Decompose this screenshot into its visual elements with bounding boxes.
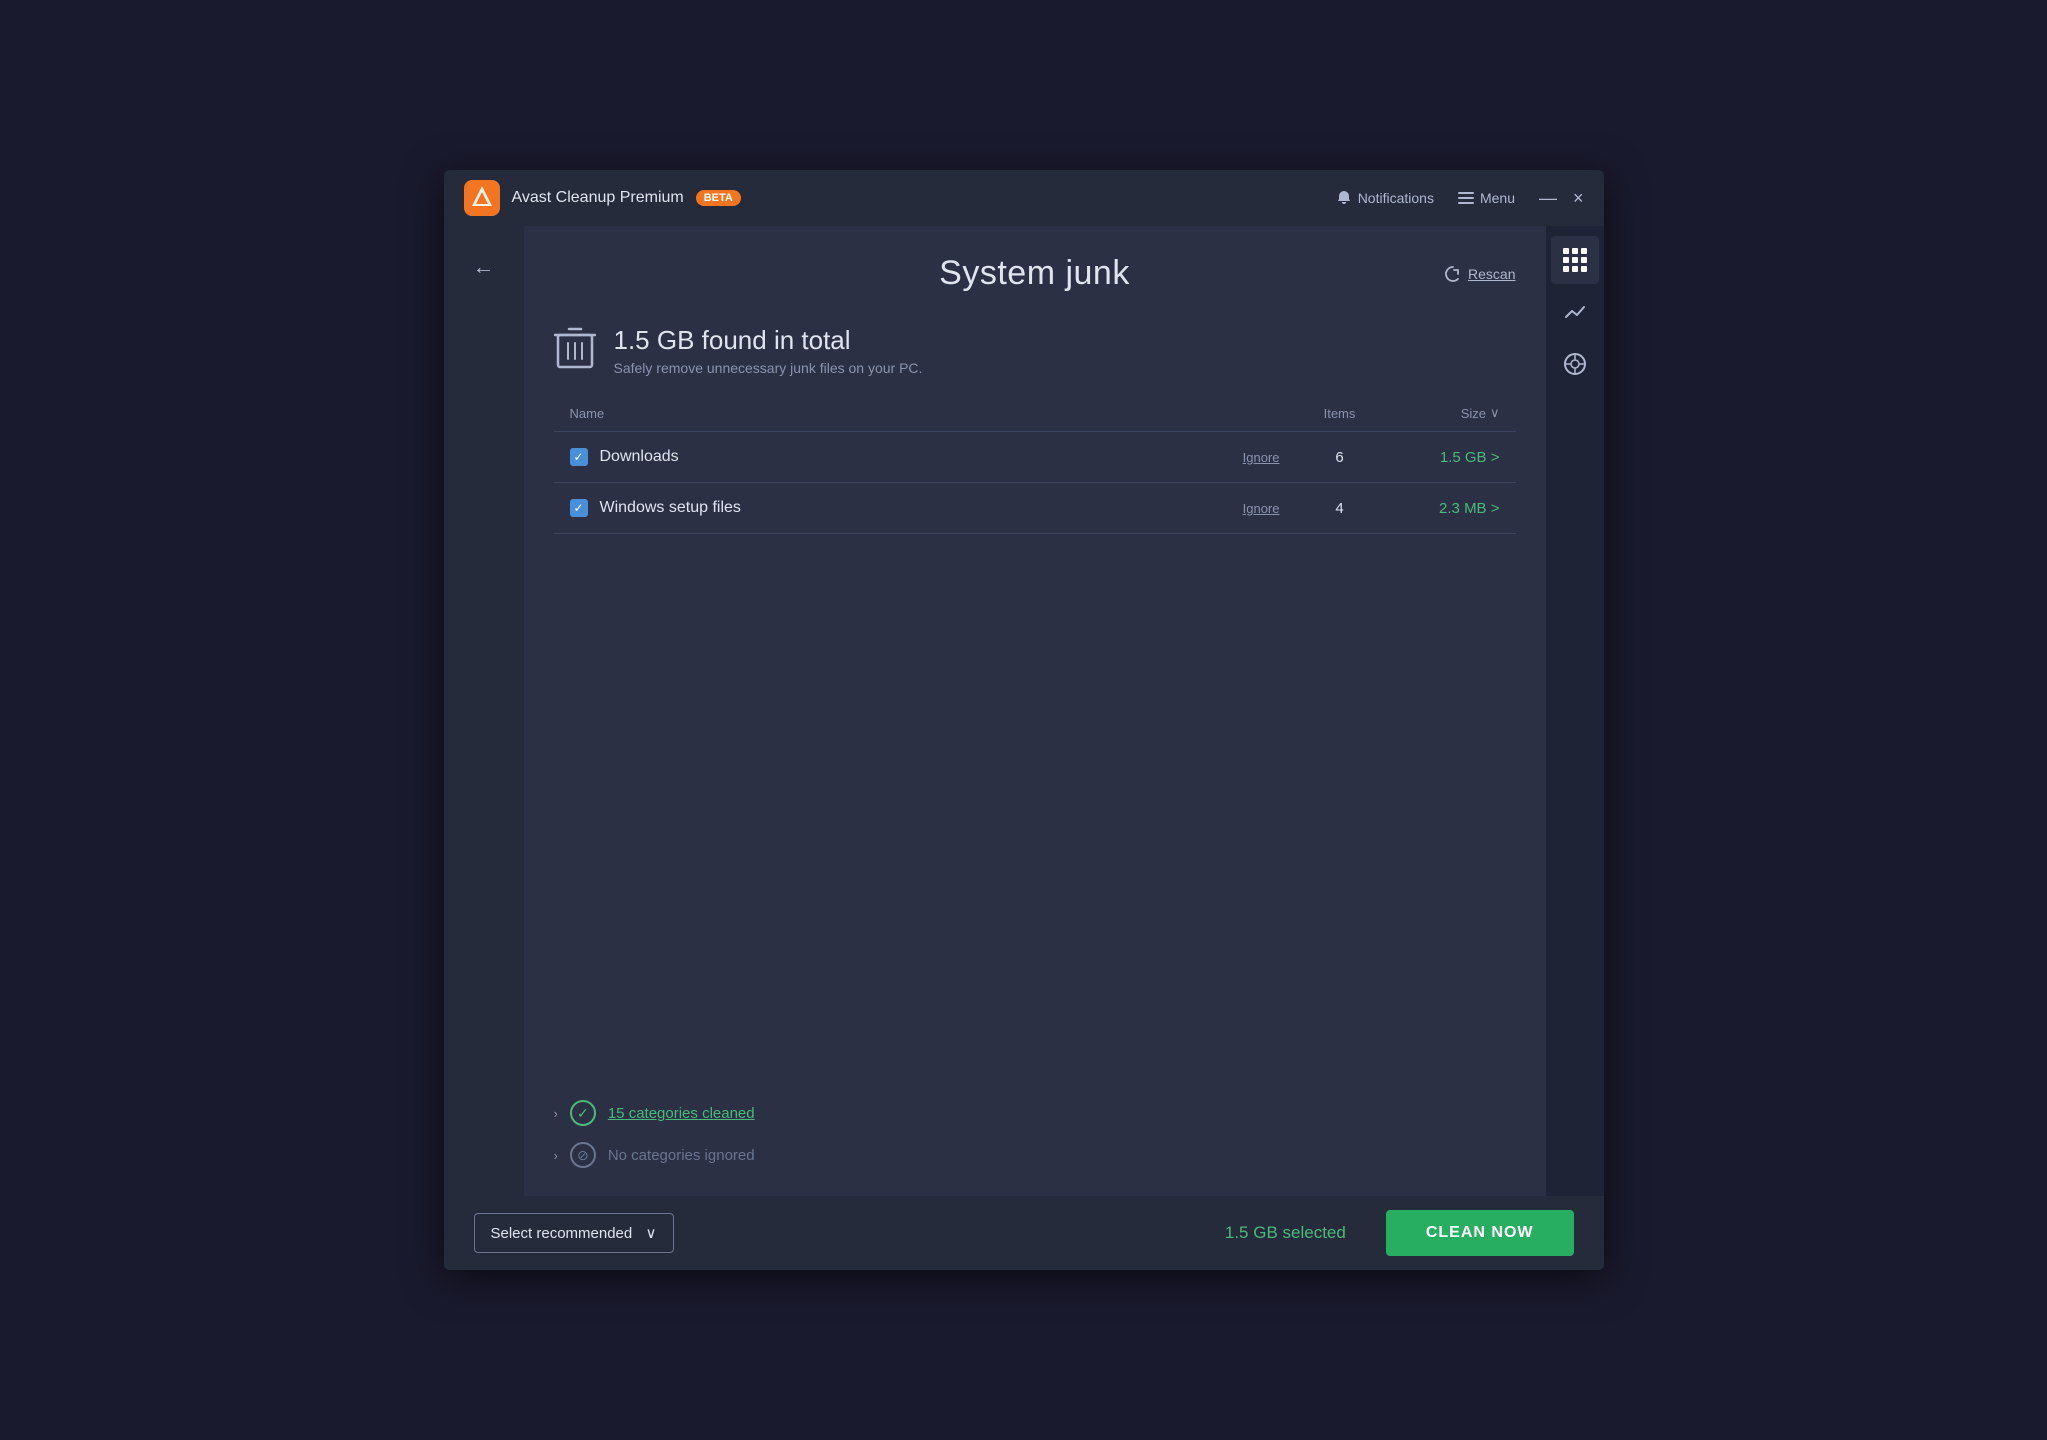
row-name-downloads: Downloads [600, 448, 679, 466]
main-layout: ← System junk Rescan [444, 226, 1604, 1196]
beta-badge: BETA [696, 190, 741, 206]
trash-icon [554, 323, 596, 377]
col-header-items: Items [1300, 406, 1380, 421]
windows-setup-size[interactable]: 2.3 MB > [1380, 500, 1500, 517]
categories-section: › ✓ 15 categories cleaned › ⊘ No categor… [524, 1072, 1546, 1196]
title-bar-left: Avast Cleanup Premium BETA [464, 180, 1336, 216]
select-recommended-label: Select recommended [491, 1225, 633, 1242]
table-row: ✓ Downloads Ignore 6 1.5 GB > [554, 432, 1516, 483]
categories-ignored-ban-icon: ⊘ [570, 1142, 596, 1168]
windows-setup-checkbox[interactable]: ✓ [570, 499, 588, 517]
avast-logo-icon [464, 180, 500, 216]
checkmark-icon: ✓ [573, 501, 583, 515]
grid-icon [1563, 248, 1587, 272]
title-bar: Avast Cleanup Premium BETA Notifications… [444, 170, 1604, 226]
categories-cleaned-item[interactable]: › ✓ 15 categories cleaned [554, 1092, 1516, 1134]
select-recommended-chevron-icon: ∨ [646, 1224, 657, 1242]
menu-button[interactable]: Menu [1458, 190, 1515, 206]
categories-cleaned-label: 15 categories cleaned [608, 1105, 755, 1122]
page-header: System junk Rescan [524, 226, 1546, 313]
window-controls: — × [1539, 189, 1584, 207]
footer-bar: Select recommended ∨ 1.5 GB selected CLE… [444, 1196, 1604, 1270]
categories-cleaned-chevron-icon: › [554, 1106, 558, 1121]
clean-now-button[interactable]: CLEAN NOW [1386, 1210, 1574, 1256]
selected-size-label: 1.5 GB selected [1225, 1223, 1346, 1243]
downloads-checkbox[interactable]: ✓ [570, 448, 588, 466]
row-left: ✓ Windows setup files [570, 499, 1243, 517]
windows-setup-ignore-button[interactable]: Ignore [1243, 501, 1280, 516]
help-icon [1563, 352, 1587, 376]
col-header-size[interactable]: Size ∨ [1380, 405, 1500, 421]
rescan-icon [1444, 265, 1462, 283]
categories-cleaned-check-icon: ✓ [570, 1100, 596, 1126]
rescan-label: Rescan [1468, 266, 1515, 282]
sort-chevron-icon: ∨ [1490, 405, 1500, 421]
chart-icon [1564, 301, 1586, 323]
right-sidebar [1546, 226, 1604, 1196]
chart-view-button[interactable] [1551, 288, 1599, 336]
notifications-label: Notifications [1358, 190, 1434, 206]
categories-ignored-chevron-icon: › [554, 1148, 558, 1163]
summary-section: 1.5 GB found in total Safely remove unne… [524, 313, 1546, 395]
summary-desc: Safely remove unnecessary junk files on … [614, 360, 923, 376]
notifications-button[interactable]: Notifications [1336, 190, 1434, 206]
help-button[interactable] [1551, 340, 1599, 388]
content-area: System junk Rescan [524, 226, 1546, 1196]
minimize-button[interactable]: — [1539, 189, 1557, 207]
downloads-items: 6 [1300, 449, 1380, 466]
table-row: ✓ Windows setup files Ignore 4 2.3 MB > [554, 483, 1516, 534]
grid-view-button[interactable] [1551, 236, 1599, 284]
left-sidebar: ← [444, 226, 524, 1196]
page-title: System junk [939, 254, 1130, 293]
app-title: Avast Cleanup Premium [512, 189, 684, 207]
col-header-name: Name [570, 406, 1300, 421]
table-section: Name Items Size ∨ ✓ Downloads Ig [524, 395, 1546, 1072]
checkmark-icon: ✓ [573, 450, 583, 464]
row-left: ✓ Downloads [570, 448, 1243, 466]
back-button[interactable]: ← [465, 246, 503, 288]
close-button[interactable]: × [1573, 189, 1584, 207]
title-bar-right: Notifications Menu — × [1336, 189, 1584, 207]
categories-ignored-label: No categories ignored [608, 1147, 755, 1164]
downloads-size[interactable]: 1.5 GB > [1380, 449, 1500, 466]
categories-ignored-item[interactable]: › ⊘ No categories ignored [554, 1134, 1516, 1176]
summary-size: 1.5 GB found in total [614, 325, 923, 356]
summary-text: 1.5 GB found in total Safely remove unne… [614, 325, 923, 376]
app-window: Avast Cleanup Premium BETA Notifications… [444, 170, 1604, 1270]
select-recommended-button[interactable]: Select recommended ∨ [474, 1213, 674, 1253]
menu-label: Menu [1480, 190, 1515, 206]
rescan-button[interactable]: Rescan [1444, 265, 1515, 283]
menu-icon [1458, 190, 1474, 206]
row-name-windows-setup: Windows setup files [600, 499, 741, 517]
bell-icon [1336, 190, 1352, 206]
windows-setup-items: 4 [1300, 500, 1380, 517]
downloads-ignore-button[interactable]: Ignore [1243, 450, 1280, 465]
table-header: Name Items Size ∨ [554, 395, 1516, 432]
